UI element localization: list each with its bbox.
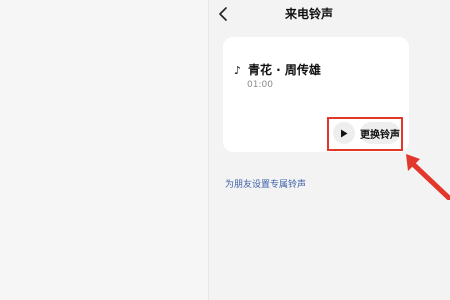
play-icon [341,129,348,137]
ringtone-card: ♪ 青花 · 周传雄 01:00 更换铃声 [223,37,409,152]
change-ringtone-button[interactable]: 更换铃声 [360,122,400,144]
page-title: 来电铃声 [284,7,333,21]
annotation-arrow [406,154,450,200]
song-duration: 01:00 [247,80,273,90]
song-title: 青花 · 周传雄 [248,63,321,77]
friend-ringtone-link[interactable]: 为朋友设置专属铃声 [225,177,306,190]
music-note-icon: ♪ [234,64,242,77]
play-button[interactable] [333,122,355,144]
left-pane [0,0,208,300]
